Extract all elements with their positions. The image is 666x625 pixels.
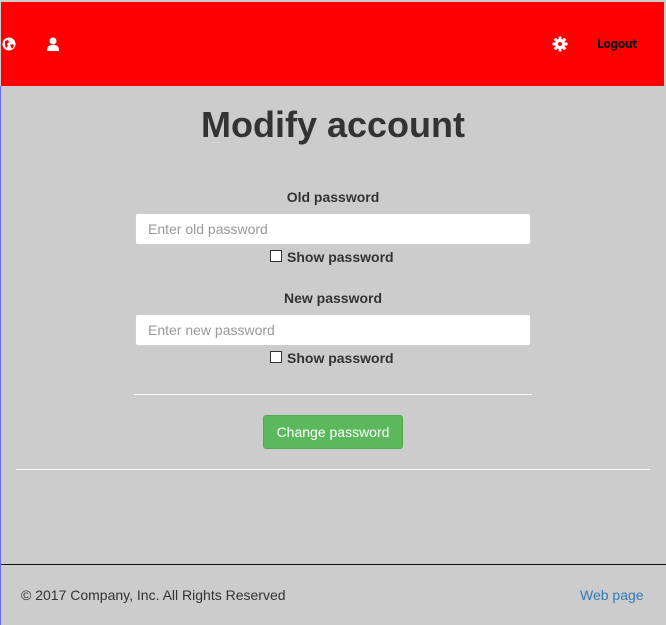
content-divider [16,469,650,470]
top-navbar: Logout [1,2,664,86]
page-title: Modify account [200,104,465,145]
old-password-show-checkbox[interactable] [270,250,282,262]
footer-copyright: © 2017 Company, Inc. All Rights Reserved [21,587,286,603]
user-icon[interactable] [45,36,61,52]
gear-icon[interactable] [552,36,568,52]
old-password-input[interactable] [135,213,531,245]
globe-icon[interactable] [1,36,17,52]
old-password-label: Old password [286,189,380,205]
logout-link[interactable]: Logout [597,37,637,51]
old-password-show-toggle[interactable]: Show password [270,249,394,265]
old-password-show-label: Show password [287,249,394,265]
new-password-label: New password [283,290,383,306]
form-divider [134,394,532,395]
footer-web-page-link[interactable]: Web page [580,587,644,603]
new-password-show-label: Show password [287,350,394,366]
change-password-button[interactable]: Change password [263,415,403,449]
page-left-edge [0,86,1,625]
new-password-input[interactable] [135,314,531,346]
new-password-show-checkbox[interactable] [270,351,282,363]
new-password-show-toggle[interactable]: Show password [270,350,394,366]
footer-border [1,564,666,565]
